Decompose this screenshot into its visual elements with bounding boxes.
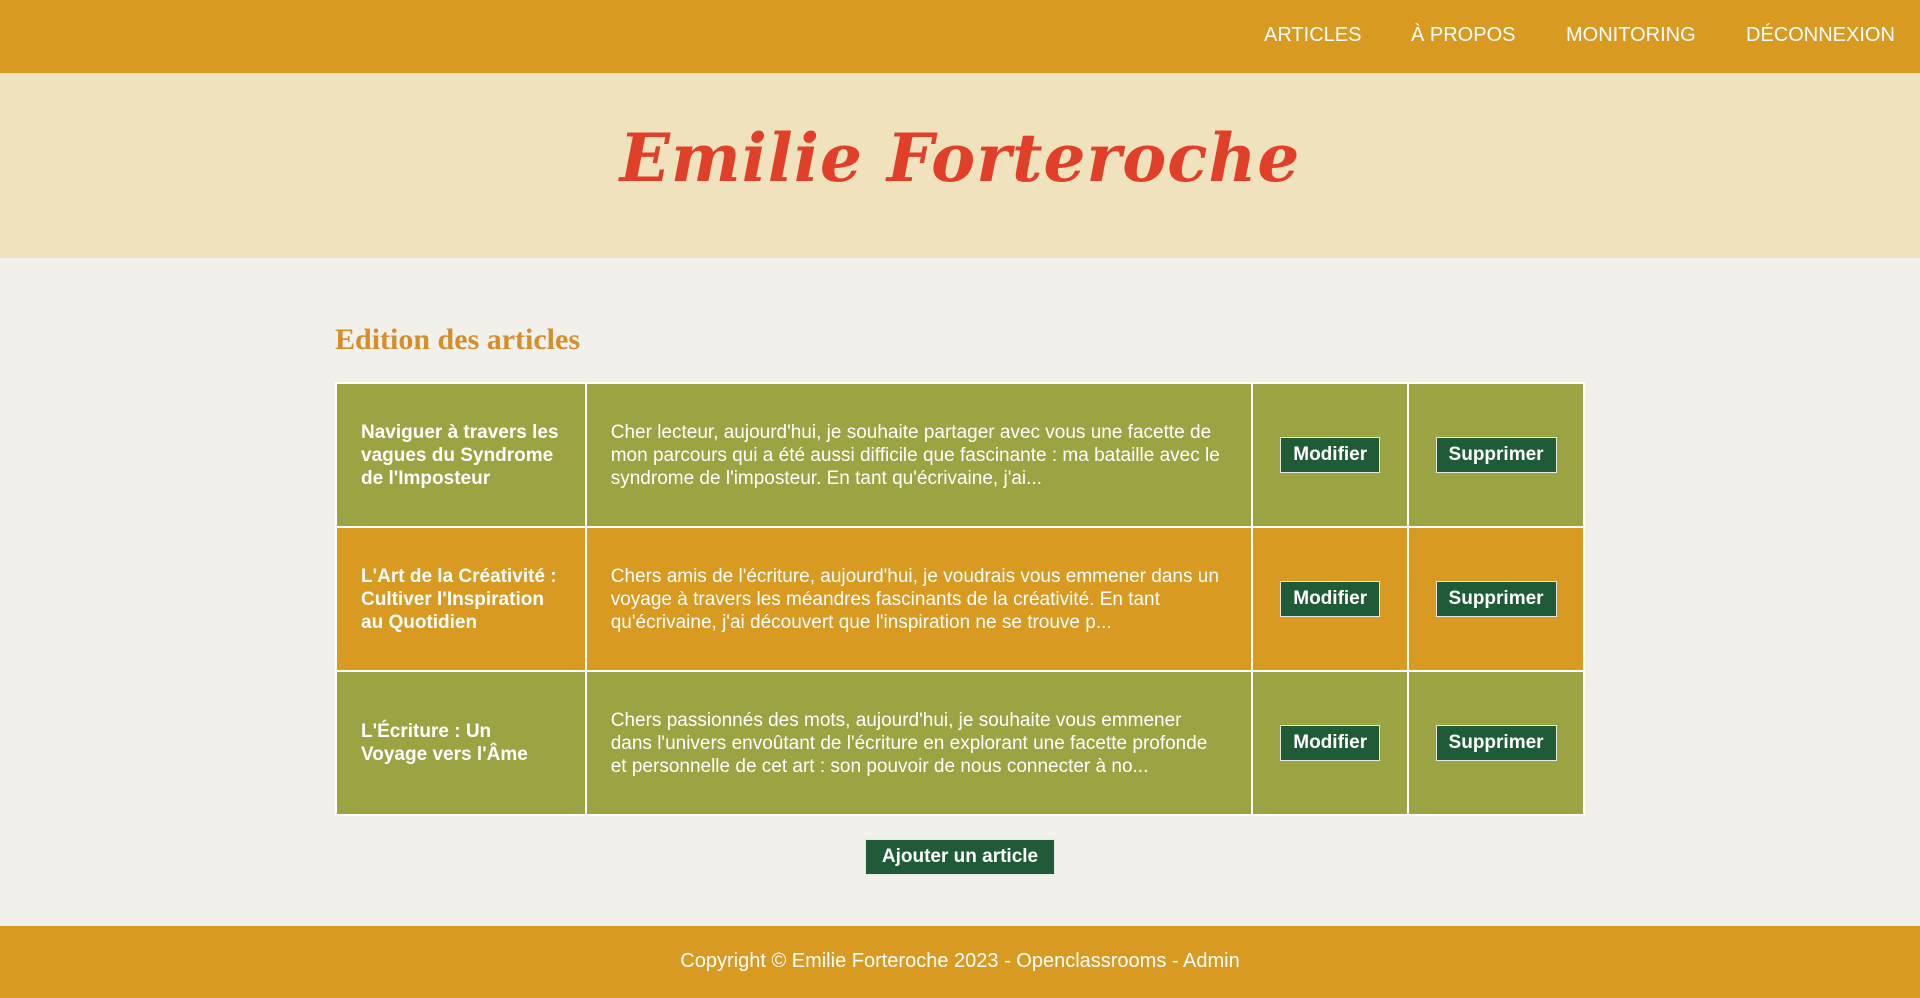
- modify-button[interactable]: Modifier: [1280, 581, 1381, 617]
- article-title: L'Art de la Créativité : Cultiver l'Insp…: [335, 526, 587, 672]
- article-title: L'Écriture : Un Voyage vers l'Âme: [335, 670, 587, 816]
- article-excerpt: Chers amis de l'écriture, aujourd'hui, j…: [584, 526, 1254, 672]
- main-content: Edition des articles Naviguer à travers …: [0, 258, 1920, 926]
- edit-cell: Modifier: [1251, 382, 1410, 528]
- top-navigation-bar: ARTICLES À PROPOS MONITORING DÉCONNEXION: [0, 0, 1920, 73]
- footer: Copyright © Emilie Forteroche 2023 - Ope…: [0, 926, 1920, 998]
- copyright-text: Copyright © Emilie Forteroche 2023 - Ope…: [680, 950, 1240, 972]
- table-row: L'Art de la Créativité : Cultiver l'Insp…: [335, 526, 1585, 672]
- page-title: Edition des articles: [335, 323, 580, 356]
- site-title: Emilie Forteroche: [619, 119, 1301, 197]
- articles-table: Naviguer à travers les vagues du Syndrom…: [335, 382, 1585, 816]
- edit-cell: Modifier: [1251, 526, 1410, 672]
- nav-link-monitoring[interactable]: MONITORING: [1566, 24, 1696, 47]
- nav-link-articles[interactable]: ARTICLES: [1264, 24, 1361, 47]
- table-row: Naviguer à travers les vagues du Syndrom…: [335, 382, 1585, 528]
- add-article-button[interactable]: Ajouter un article: [865, 839, 1055, 875]
- delete-button[interactable]: Supprimer: [1435, 725, 1557, 761]
- modify-button[interactable]: Modifier: [1280, 725, 1381, 761]
- article-excerpt: Cher lecteur, aujourd'hui, je souhaite p…: [584, 382, 1254, 528]
- table-row: L'Écriture : Un Voyage vers l'Âme Chers …: [335, 670, 1585, 816]
- hero-banner: Emilie Forteroche: [0, 73, 1920, 258]
- delete-cell: Supprimer: [1407, 382, 1585, 528]
- edit-cell: Modifier: [1251, 670, 1410, 816]
- nav-link-about[interactable]: À PROPOS: [1411, 24, 1515, 47]
- delete-button[interactable]: Supprimer: [1435, 437, 1557, 473]
- delete-cell: Supprimer: [1407, 526, 1585, 672]
- article-excerpt: Chers passionnés des mots, aujourd'hui, …: [584, 670, 1254, 816]
- delete-cell: Supprimer: [1407, 670, 1585, 816]
- nav-link-logout[interactable]: DÉCONNEXION: [1746, 24, 1895, 47]
- modify-button[interactable]: Modifier: [1280, 437, 1381, 473]
- article-title: Naviguer à travers les vagues du Syndrom…: [335, 382, 587, 528]
- delete-button[interactable]: Supprimer: [1435, 581, 1557, 617]
